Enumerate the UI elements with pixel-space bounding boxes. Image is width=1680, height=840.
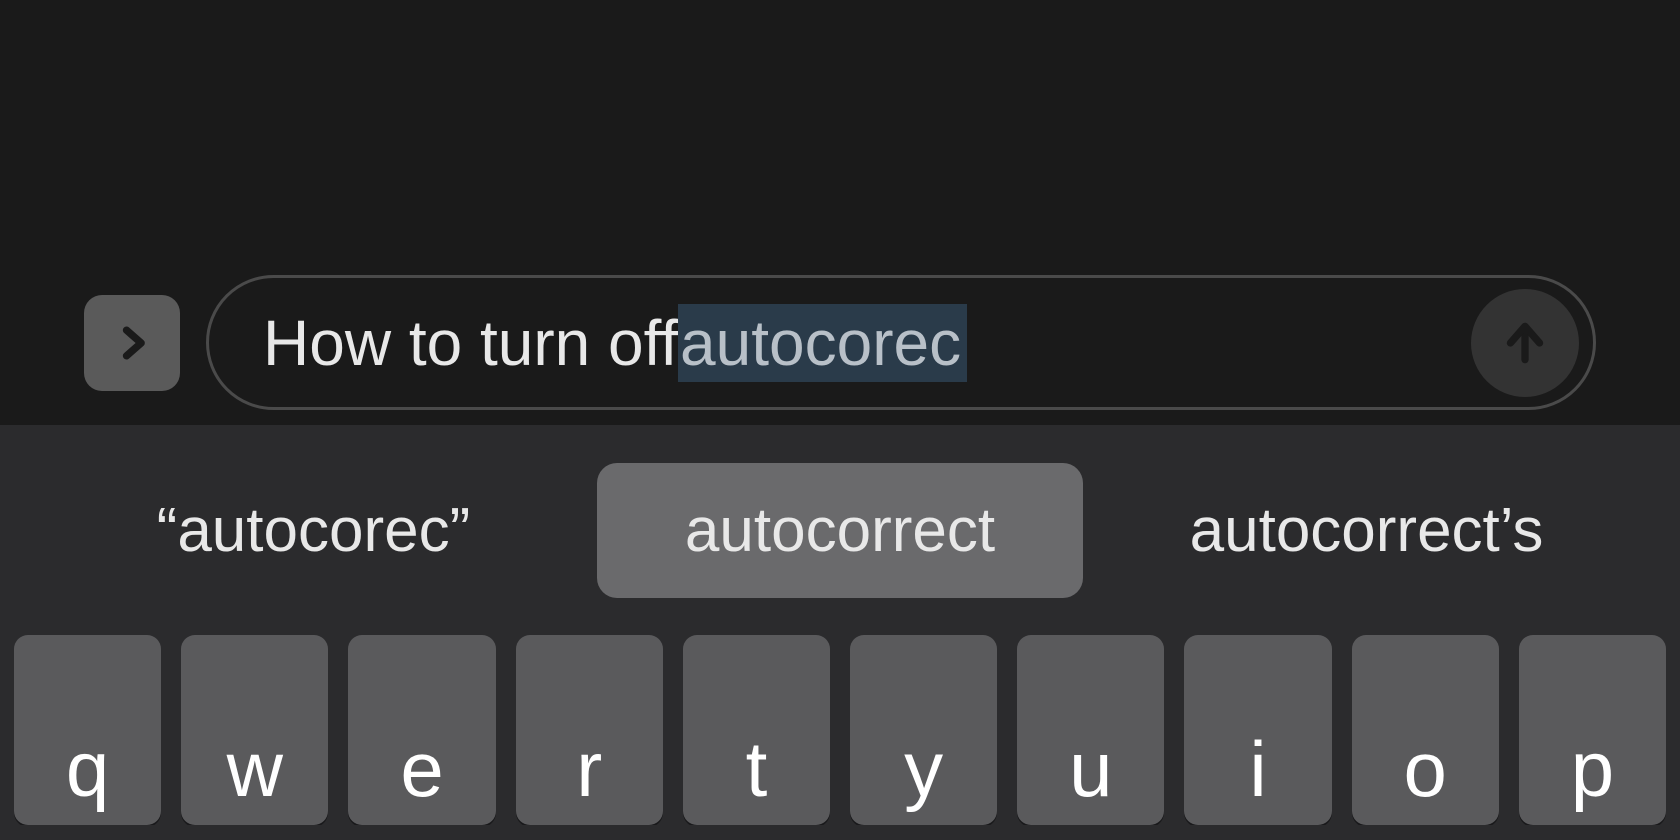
autocorrect-highlight: autocorec [678,304,967,382]
input-row: How to turn off autocorec [0,275,1680,410]
typed-text: How to turn off [263,306,678,380]
expand-button[interactable] [84,295,180,391]
suggestion-bar: “autocorec” autocorrect autocorrect’s [0,425,1680,635]
key-u[interactable]: u [1017,635,1164,825]
key-q[interactable]: q [14,635,161,825]
key-e[interactable]: e [348,635,495,825]
suggestion-alternate[interactable]: autocorrect’s [1083,463,1650,598]
key-w[interactable]: w [181,635,328,825]
key-t[interactable]: t [683,635,830,825]
key-i[interactable]: i [1184,635,1331,825]
key-p[interactable]: p [1519,635,1666,825]
key-o[interactable]: o [1352,635,1499,825]
suggestion-primary[interactable]: autocorrect [597,463,1083,598]
send-button[interactable] [1471,289,1579,397]
chevron-right-icon [110,321,154,365]
key-y[interactable]: y [850,635,997,825]
suggestion-literal[interactable]: “autocorec” [30,463,597,598]
input-text: How to turn off autocorec [263,304,967,382]
keyboard-row-1: q w e r t y u i o p [0,635,1680,825]
key-r[interactable]: r [516,635,663,825]
keyboard-area: “autocorec” autocorrect autocorrect’s q … [0,425,1680,840]
text-input-pill[interactable]: How to turn off autocorec [206,275,1596,410]
arrow-up-icon [1500,318,1550,368]
